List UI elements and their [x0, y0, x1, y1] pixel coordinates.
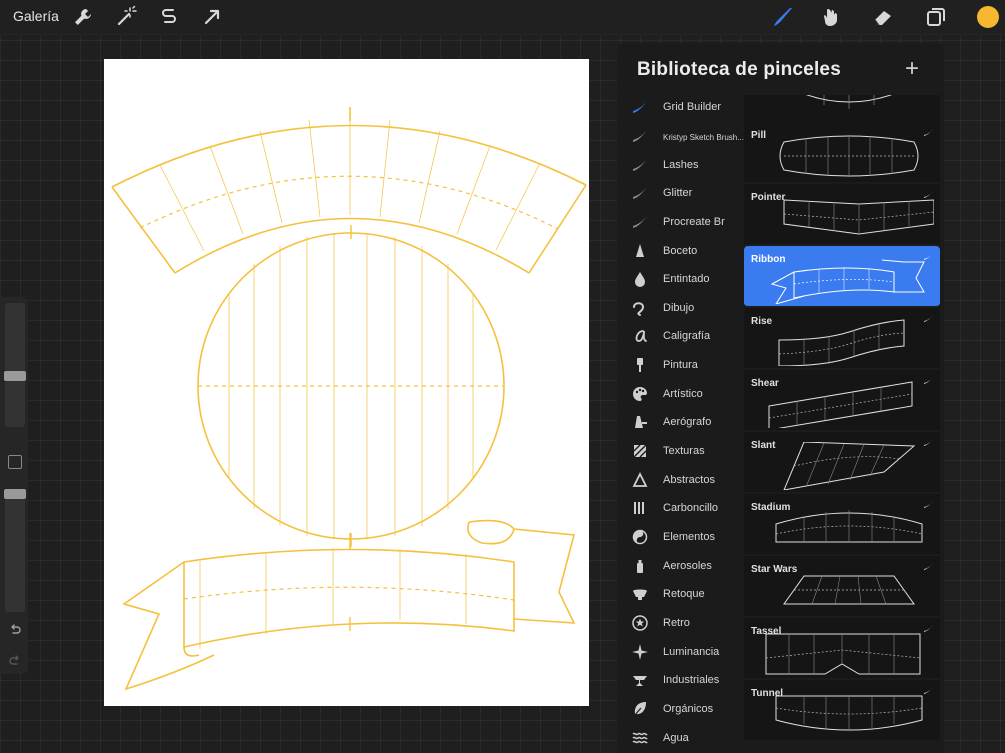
category-procreate-br[interactable]: Procreate Br	[617, 210, 744, 238]
star-circle-icon	[631, 614, 649, 632]
category-entintado[interactable]: Entintado	[617, 267, 744, 295]
center-circle	[197, 225, 505, 547]
spray-can-icon	[631, 557, 649, 575]
drawing-canvas[interactable]	[104, 59, 589, 706]
category-texturas[interactable]: Texturas	[617, 439, 744, 467]
ink-drop-icon	[631, 270, 649, 288]
category-industriales[interactable]: Industriales	[617, 668, 744, 696]
left-sidebar	[0, 297, 28, 674]
opacity-knob[interactable]	[4, 489, 26, 499]
brush-preview-pill	[779, 135, 919, 177]
category-kristyp[interactable]: Kristyp Sketch Brush...	[617, 124, 744, 152]
texture-icon	[631, 442, 649, 460]
brush-item-stadium[interactable]: Stadium	[744, 494, 940, 555]
category-dibujo[interactable]: Dibujo	[617, 296, 744, 324]
calligraphy-icon	[631, 327, 649, 345]
brush-item-tunnel[interactable]: Tunnel	[744, 680, 940, 741]
brush-preview-pointer	[783, 199, 934, 235]
yin-yang-icon	[631, 528, 649, 546]
category-glitter[interactable]: Glitter	[617, 181, 744, 209]
category-retoque[interactable]: Retoque	[617, 582, 744, 610]
paint-brush-icon	[631, 356, 649, 374]
category-pintura[interactable]: Pintura	[617, 353, 744, 381]
brush-size-knob[interactable]	[4, 371, 26, 381]
brush-item-star-wars[interactable]: Star Wars	[744, 556, 940, 617]
waves-icon	[631, 729, 649, 747]
category-boceto[interactable]: Boceto	[617, 239, 744, 267]
smudge-icon[interactable]	[820, 5, 844, 29]
current-color-swatch[interactable]	[977, 6, 999, 28]
category-aerosoles[interactable]: Aerosoles	[617, 554, 744, 582]
brush-preview-tunnel	[775, 695, 923, 731]
redo-icon[interactable]	[8, 654, 22, 668]
triangle-icon	[631, 471, 649, 489]
category-luminancia[interactable]: Luminancia	[617, 640, 744, 668]
brush-preview-ribbon	[770, 259, 925, 304]
charcoal-icon	[631, 499, 649, 517]
brush-preview-slant	[783, 442, 916, 490]
brush-preview-shear	[768, 381, 913, 428]
undo-icon[interactable]	[8, 623, 22, 637]
brush-preview-rise	[778, 319, 905, 366]
category-lashes[interactable]: Lashes	[617, 153, 744, 181]
brush-library-panel: Biblioteca de pinceles + Grid Builder Kr…	[617, 43, 944, 753]
category-abstractos[interactable]: Abstractos	[617, 468, 744, 496]
layers-icon[interactable]	[924, 5, 948, 29]
brush-stroke-icon	[631, 184, 649, 202]
transform-arrow-icon[interactable]	[200, 5, 224, 29]
brush-list: Pill Pointer Ribbon Rise Shear Slant Sta…	[744, 95, 940, 753]
brush-stroke-icon	[631, 127, 649, 145]
add-brush-button[interactable]: +	[905, 57, 919, 81]
top-arc-band	[111, 107, 587, 274]
brush-size-slider[interactable]	[5, 303, 25, 427]
airbrush-icon	[631, 413, 649, 431]
sparkle-icon	[631, 643, 649, 661]
pencil-tip-icon	[631, 242, 649, 260]
brush-item-partial[interactable]	[744, 95, 940, 123]
category-grid-builder[interactable]: Grid Builder	[617, 95, 744, 123]
category-agua[interactable]: Agua	[617, 726, 744, 753]
brush-preview-arc	[805, 95, 893, 109]
brush-item-pill[interactable]: Pill	[744, 122, 940, 183]
brush-item-slant[interactable]: Slant	[744, 432, 940, 493]
brush-item-ribbon[interactable]: Ribbon	[744, 246, 940, 307]
brush-preview-tassel	[765, 633, 921, 675]
brush-item-shear[interactable]: Shear	[744, 370, 940, 431]
brush-item-tassel[interactable]: Tassel	[744, 618, 940, 679]
brush-stroke-icon	[631, 213, 649, 231]
opacity-slider[interactable]	[5, 492, 25, 612]
category-organicos[interactable]: Orgánicos	[617, 697, 744, 725]
category-retro[interactable]: Retro	[617, 611, 744, 639]
squiggle-icon	[631, 299, 649, 317]
brush-item-pointer[interactable]: Pointer	[744, 184, 940, 245]
top-toolbar: Galería	[0, 0, 1005, 35]
brush-icon[interactable]	[771, 5, 795, 29]
canvas-artwork	[111, 107, 587, 691]
anvil-icon	[631, 671, 649, 689]
panel-title: Biblioteca de pinceles	[637, 59, 841, 80]
category-aerografo[interactable]: Aerógrafo	[617, 410, 744, 438]
selection-icon[interactable]	[157, 5, 181, 29]
category-elementos[interactable]: Elementos	[617, 525, 744, 553]
category-artistico[interactable]: Artístico	[617, 382, 744, 410]
brush-item-rise[interactable]: Rise	[744, 308, 940, 369]
palette-icon	[631, 385, 649, 403]
eraser-icon[interactable]	[871, 5, 895, 29]
brush-stroke-icon	[631, 156, 649, 174]
retouch-icon	[631, 585, 649, 603]
bottom-ribbon	[122, 519, 576, 691]
leaf-icon	[631, 700, 649, 718]
category-carboncillo[interactable]: Carboncillo	[617, 496, 744, 524]
gallery-button[interactable]: Galería	[13, 8, 59, 24]
category-caligrafia[interactable]: Caligrafía	[617, 324, 744, 352]
magic-wand-icon[interactable]	[114, 5, 138, 29]
brush-preview-stadium	[775, 510, 923, 543]
brush-stroke-icon	[631, 98, 649, 116]
wrench-icon[interactable]	[71, 5, 95, 29]
brush-preview-star-wars	[783, 575, 915, 605]
modify-button[interactable]	[8, 455, 22, 469]
